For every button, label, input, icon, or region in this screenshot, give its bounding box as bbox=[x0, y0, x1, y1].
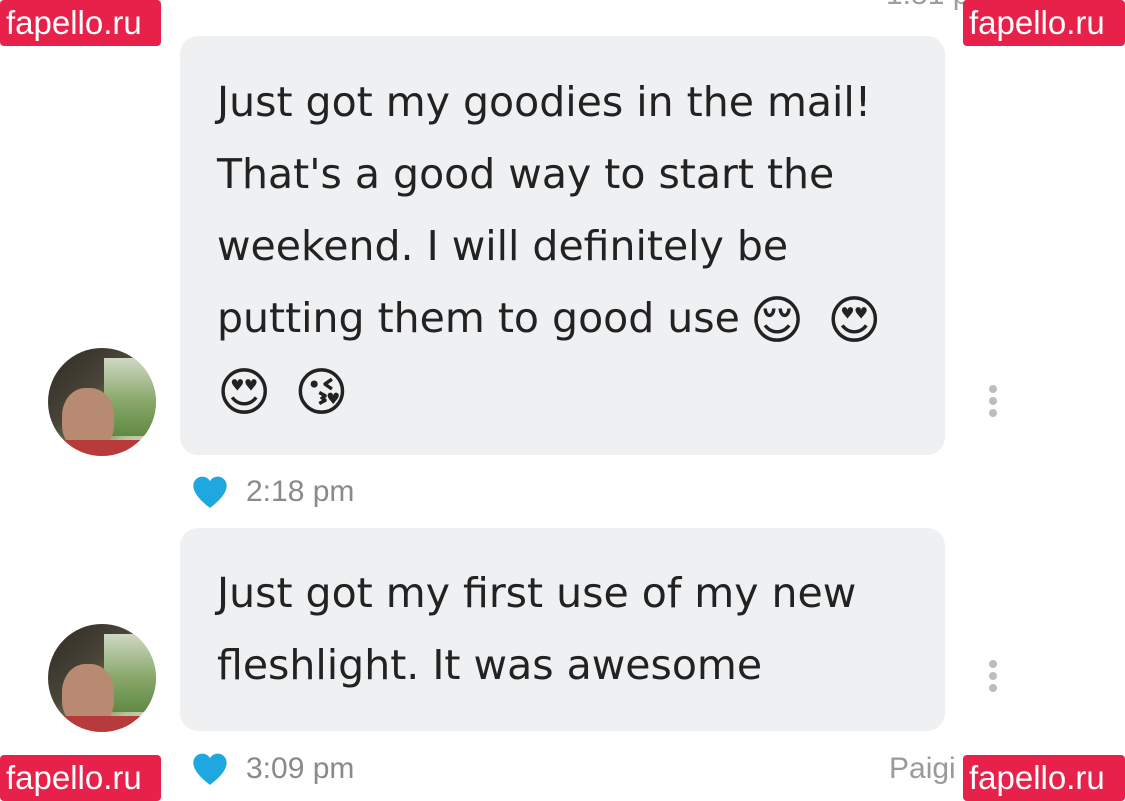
avatar[interactable] bbox=[48, 348, 156, 456]
heart-icon[interactable] bbox=[190, 472, 230, 512]
sender-name-partial: Paigi bbox=[889, 752, 956, 785]
relieved-face-emoji: 😌 bbox=[749, 291, 805, 351]
more-options-icon[interactable] bbox=[988, 385, 998, 421]
avatar[interactable] bbox=[48, 624, 156, 732]
message-bubble[interactable]: Just got my goodies in the mail! That's … bbox=[180, 36, 945, 455]
heart-icon[interactable] bbox=[190, 749, 230, 789]
message-timestamp: 3:09 pm bbox=[246, 752, 355, 785]
avatar-shirt bbox=[48, 440, 156, 456]
watermark-logo: fapello.ru bbox=[0, 755, 161, 801]
previous-message-timestamp: 1:51 p bbox=[886, 0, 969, 12]
message-meta: 2:18 pm bbox=[190, 470, 354, 514]
message-timestamp: 2:18 pm bbox=[246, 475, 355, 508]
heart-eyes-emoji: 😍 bbox=[217, 363, 272, 423]
watermark-logo: fapello.ru bbox=[963, 755, 1125, 801]
more-options-icon[interactable] bbox=[988, 660, 998, 696]
message-text: Just got my first use of my new fleshlig… bbox=[217, 569, 857, 689]
message-bubble[interactable]: Just got my first use of my new fleshlig… bbox=[180, 528, 945, 731]
heart-eyes-emoji: 😍 bbox=[827, 291, 882, 351]
chat-screen: 1:51 p Just got my goodies in the mail! … bbox=[0, 0, 1125, 801]
avatar-shirt bbox=[48, 716, 156, 732]
kissing-face-emoji: 😘 bbox=[294, 363, 349, 423]
message-meta: 3:09 pm bbox=[190, 747, 354, 791]
watermark-logo: fapello.ru bbox=[963, 0, 1125, 46]
watermark-logo: fapello.ru bbox=[0, 0, 161, 46]
